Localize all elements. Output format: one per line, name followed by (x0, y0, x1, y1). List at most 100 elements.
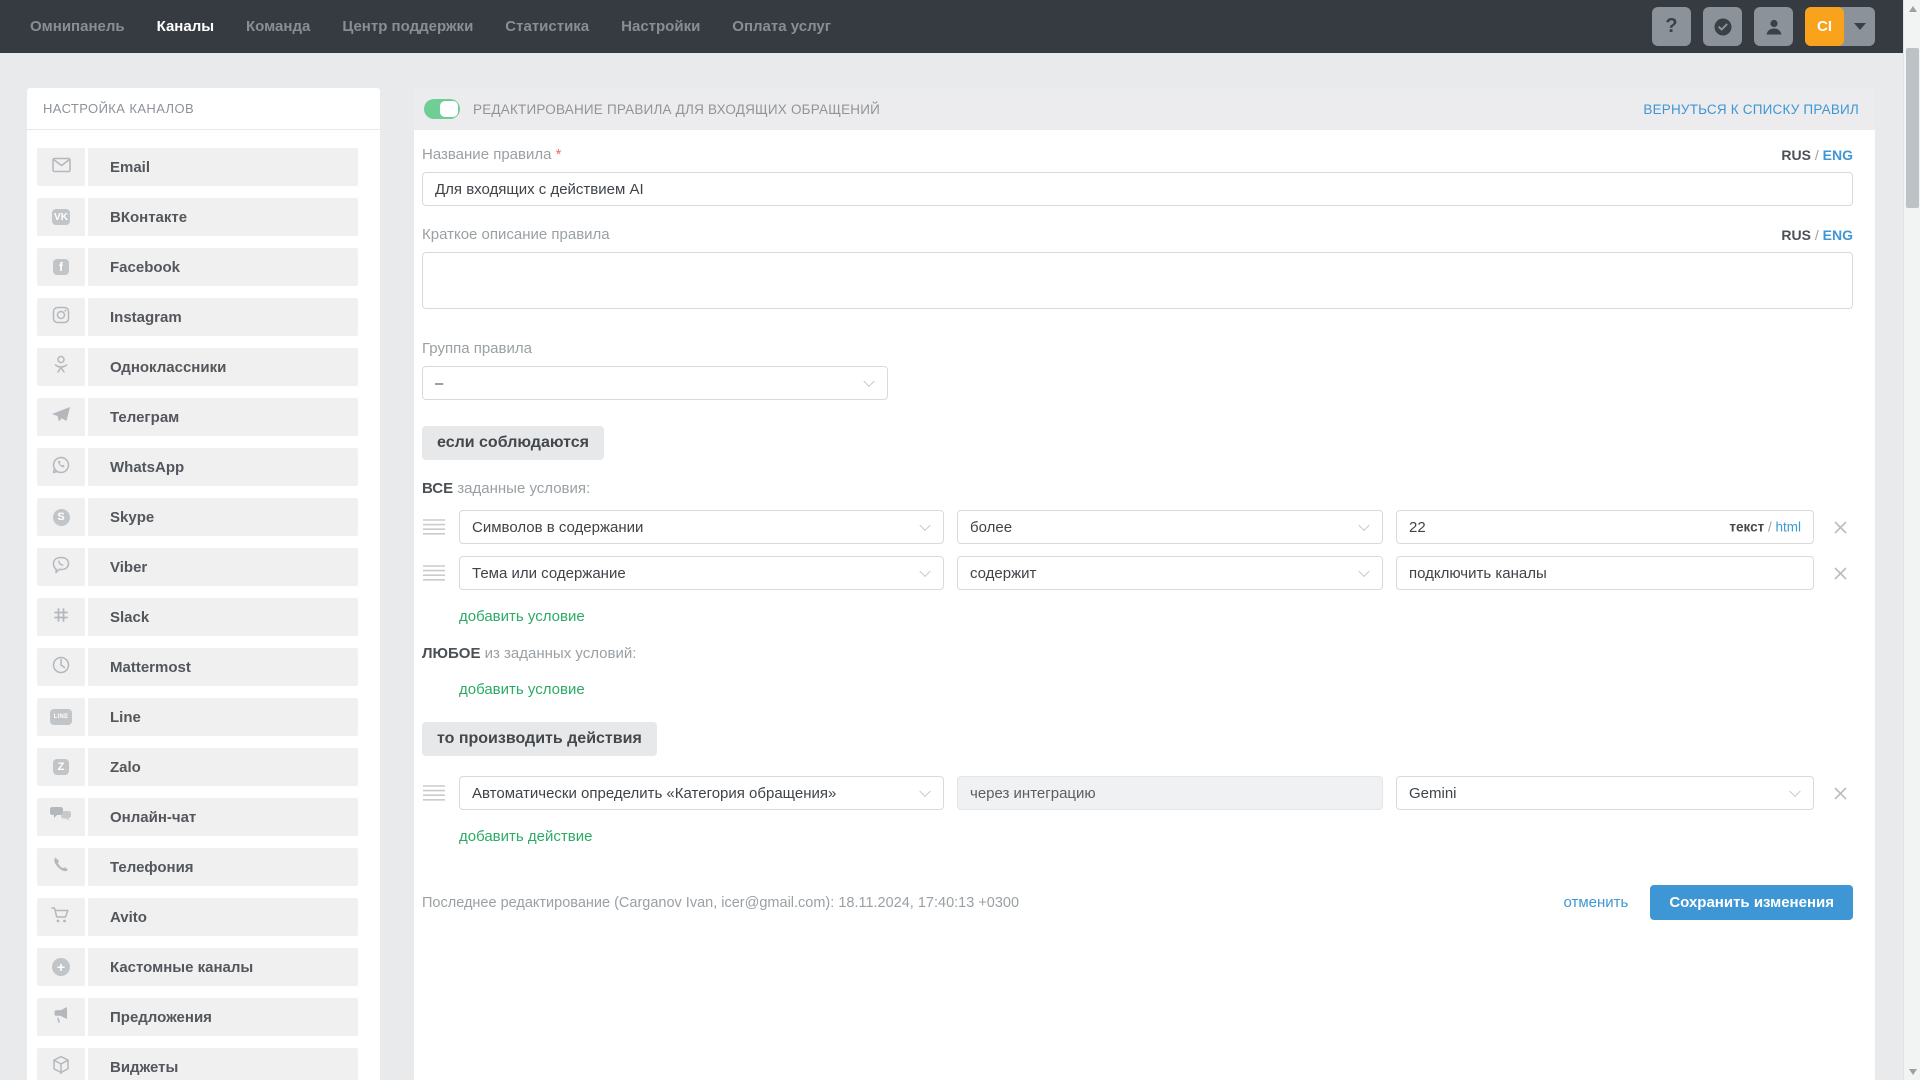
condition-operator-select[interactable]: более (957, 510, 1383, 544)
sidebar-item-online-chat[interactable]: Онлайн-чат (37, 798, 358, 836)
rule-name-label: Название правила * (422, 146, 561, 163)
channel-label: Mattermost (110, 659, 191, 676)
rule-description-label: Краткое описание правила (422, 226, 610, 243)
scrollbar-thumb[interactable] (1906, 48, 1919, 208)
telephony-icon (37, 848, 85, 886)
condition-field-select[interactable]: Тема или содержание (459, 556, 944, 590)
sidebar-item-mattermost[interactable]: Mattermost (37, 648, 358, 686)
drag-handle-icon[interactable] (422, 518, 446, 536)
condition-field-select[interactable]: Символов в содержании (459, 510, 944, 544)
nav-item-statistics[interactable]: Статистика (505, 18, 589, 35)
save-button[interactable]: Сохранить изменения (1650, 885, 1853, 920)
rule-name-input[interactable] (422, 172, 1853, 206)
condition-value-input[interactable] (1396, 556, 1814, 590)
cancel-button[interactable]: отменить (1563, 894, 1628, 911)
chevron-down-icon (1358, 520, 1369, 531)
form-footer: Последнее редактирование (Carganov Ivan,… (422, 885, 1853, 950)
sidebar-item-facebook[interactable]: f Facebook (37, 248, 358, 286)
lang-rus-tab[interactable]: RUS (1781, 147, 1811, 163)
channel-label: Instagram (110, 309, 182, 326)
condition-operator-select[interactable]: содержит (957, 556, 1383, 590)
channel-label: Line (110, 709, 141, 726)
condition-row: Символов в содержании более текст / html (422, 510, 1853, 544)
instagram-icon (37, 298, 85, 336)
sidebar-item-viber[interactable]: Viber (37, 548, 358, 586)
rule-description-input[interactable] (422, 252, 1853, 309)
rule-editor-panel: РЕДАКТИРОВАНИЕ ПРАВИЛА ДЛЯ ВХОДЯЩИХ ОБРА… (414, 88, 1875, 1080)
viber-icon (37, 548, 85, 586)
drag-handle-icon[interactable] (422, 784, 446, 802)
action-via-field[interactable]: через интеграцию (957, 776, 1383, 810)
channel-label: Slack (110, 609, 149, 626)
sidebar-item-avito[interactable]: Avito (37, 898, 358, 936)
rule-group-select[interactable]: – (422, 366, 888, 400)
remove-condition-button[interactable] (1827, 520, 1853, 535)
chevron-down-icon (1358, 566, 1369, 577)
channel-label: Кастомные каналы (110, 959, 253, 976)
nav-item-omnipanel[interactable]: Омнипанель (30, 18, 125, 35)
skype-icon: S (37, 498, 85, 536)
channel-label: Онлайн-чат (110, 809, 196, 826)
mode-html-tab[interactable]: html (1775, 520, 1801, 535)
scrollbar-up-arrow[interactable] (1904, 0, 1920, 17)
channel-label: Avito (110, 909, 147, 926)
sidebar-item-vkontakte[interactable]: VK ВКонтакте (37, 198, 358, 236)
drag-handle-icon[interactable] (422, 564, 446, 582)
sidebar-item-whatsapp[interactable]: WhatsApp (37, 448, 358, 486)
window-scrollbar (1903, 0, 1920, 1080)
profile-button[interactable] (1754, 7, 1793, 46)
condition-value-wrap: текст / html (1396, 510, 1814, 544)
sidebar-item-email[interactable]: Email (37, 148, 358, 186)
sidebar-item-zalo[interactable]: Z Zalo (37, 748, 358, 786)
rule-group-label: Группа правила (422, 340, 532, 357)
add-condition-link[interactable]: добавить условие (459, 608, 585, 625)
lang-eng-tab[interactable]: ENG (1823, 227, 1853, 243)
lang-switch: RUS / ENG (1781, 227, 1853, 243)
channel-label: Одноклассники (110, 359, 226, 376)
lang-rus-tab[interactable]: RUS (1781, 227, 1811, 243)
sidebar-item-telegram[interactable]: Телеграм (37, 398, 358, 436)
all-conditions-heading: ВСЕ заданные условия: (422, 480, 1853, 497)
help-button[interactable]: ? (1652, 7, 1691, 46)
nav-item-support-center[interactable]: Центр поддержки (342, 18, 473, 35)
back-to-rules-link[interactable]: ВЕРНУТЬСЯ К СПИСКУ ПРАВИЛ (1643, 102, 1859, 117)
sidebar-item-telephony[interactable]: Телефония (37, 848, 358, 886)
any-conditions-heading: ЛЮБОЕ из заданных условий: (422, 645, 1853, 662)
mode-text-tab[interactable]: текст (1729, 520, 1764, 535)
rule-enabled-toggle[interactable] (424, 99, 460, 119)
sidebar-item-slack[interactable]: Slack (37, 598, 358, 636)
chevron-down-icon (1854, 23, 1866, 30)
sidebar-item-instagram[interactable]: Instagram (37, 298, 358, 336)
chevron-down-icon (863, 376, 874, 387)
sidebar-item-skype[interactable]: S Skype (37, 498, 358, 536)
nav-item-settings[interactable]: Настройки (621, 18, 700, 35)
action-target-select[interactable]: Gemini (1396, 776, 1814, 810)
sidebar-item-odnoklassniki[interactable]: Одноклассники (37, 348, 358, 386)
remove-condition-button[interactable] (1827, 566, 1853, 581)
scrollbar-down-arrow[interactable] (1904, 1063, 1920, 1080)
line-icon: LINE (37, 698, 85, 736)
nav-item-billing[interactable]: Оплата услуг (732, 18, 831, 35)
chevron-down-icon (1789, 786, 1800, 797)
remove-action-button[interactable] (1827, 786, 1853, 801)
rule-editor-header: РЕДАКТИРОВАНИЕ ПРАВИЛА ДЛЯ ВХОДЯЩИХ ОБРА… (414, 88, 1875, 130)
lang-eng-tab[interactable]: ENG (1823, 147, 1853, 163)
sidebar-item-offers[interactable]: Предложения (37, 998, 358, 1036)
add-action-link[interactable]: добавить действие (459, 828, 592, 845)
vkontakte-icon: VK (37, 198, 85, 236)
account-menu-button[interactable]: CI (1805, 7, 1875, 46)
action-type-select[interactable]: Автоматически определить «Категория обра… (459, 776, 944, 810)
channels-sidebar: НАСТРОЙКА КАНАЛОВ Email VK ВКонтакте f F… (27, 88, 380, 1080)
nav-item-channels[interactable]: Каналы (157, 18, 214, 35)
channel-label: Viber (110, 559, 147, 576)
verified-button[interactable] (1703, 7, 1742, 46)
lang-switch: RUS / ENG (1781, 147, 1853, 163)
add-condition-link[interactable]: добавить условие (459, 681, 585, 698)
sidebar-item-widgets[interactable]: Виджеты (37, 1048, 358, 1080)
user-icon (1764, 17, 1784, 37)
mattermost-icon (37, 648, 85, 686)
sidebar-item-line[interactable]: LINE Line (37, 698, 358, 736)
nav-item-team[interactable]: Команда (246, 18, 310, 35)
sidebar-item-custom-channels[interactable]: + Кастомные каналы (37, 948, 358, 986)
channel-label: ВКонтакте (110, 209, 187, 226)
